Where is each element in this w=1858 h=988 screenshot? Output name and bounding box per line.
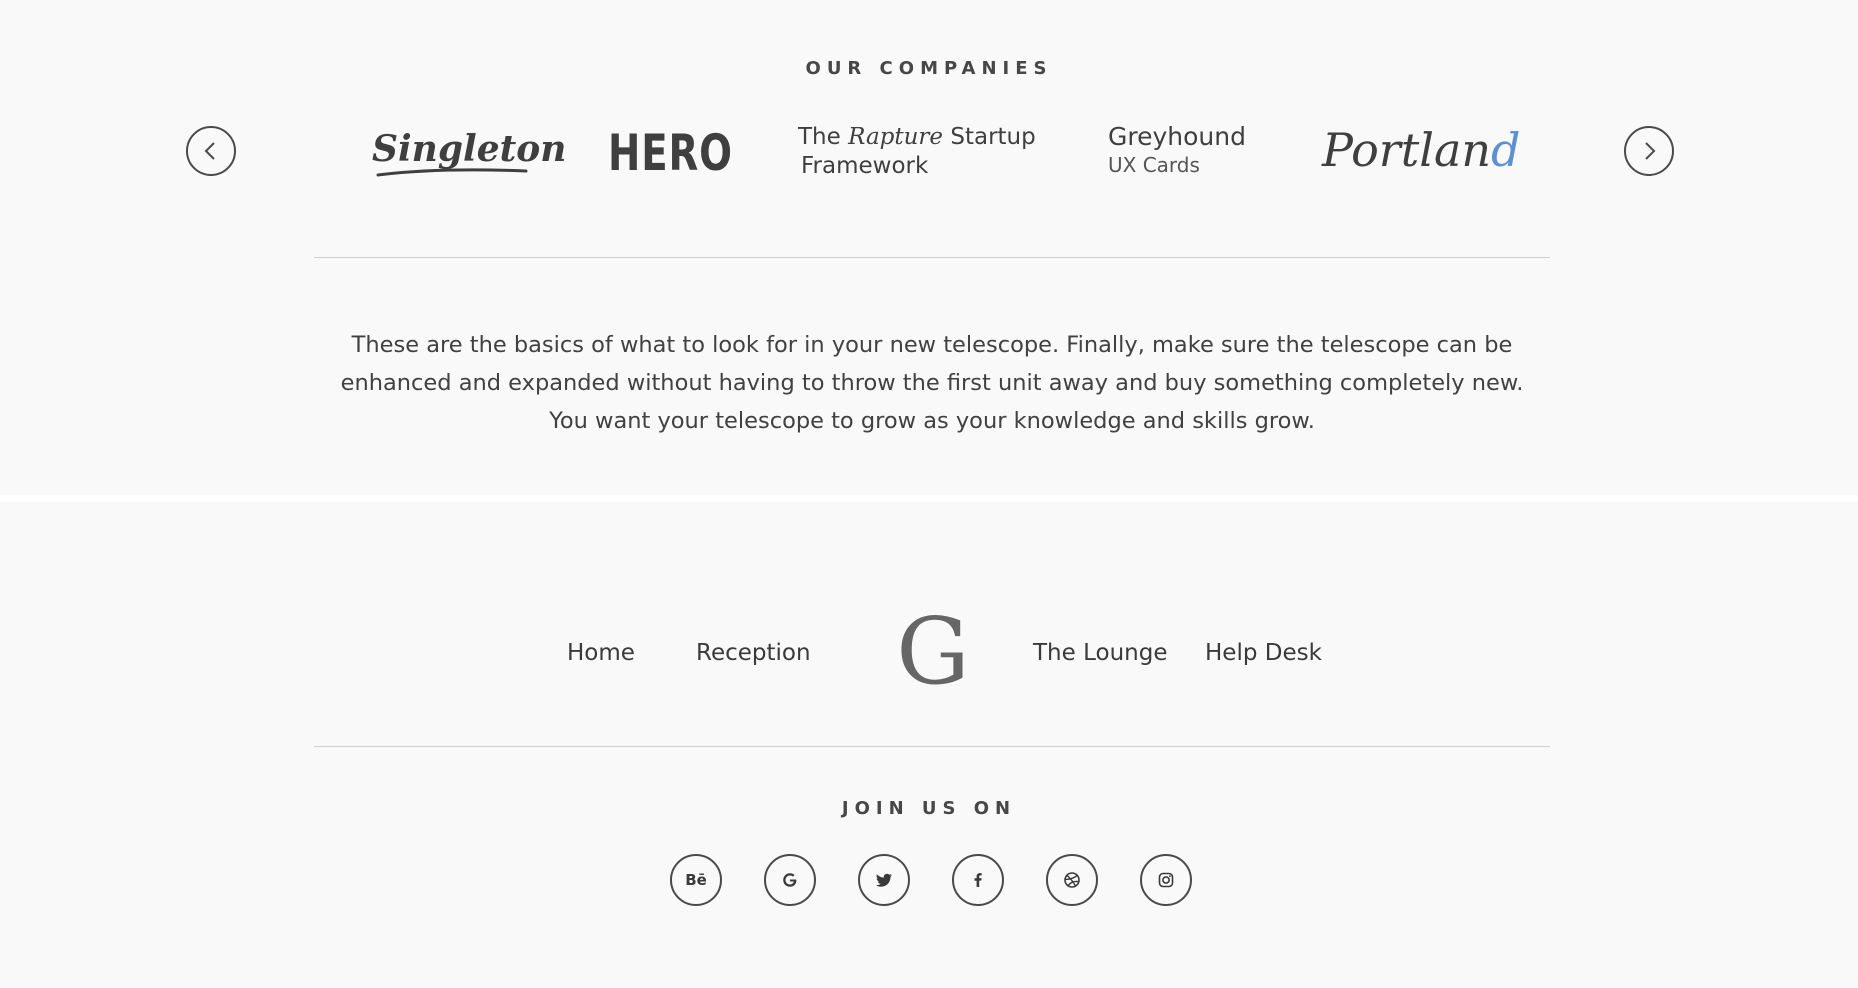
logo-singleton[interactable]: Singleton	[372, 122, 566, 182]
social-dribbble-button[interactable]	[1046, 854, 1098, 906]
nav-reception[interactable]: Reception	[696, 640, 811, 666]
logo-greyhound-title: Greyhound	[1108, 122, 1246, 151]
logo-rapture-text-3: Startup	[943, 124, 1036, 150]
nav-the-lounge[interactable]: The Lounge	[1033, 640, 1167, 666]
brand-logo-letter: G	[896, 598, 970, 705]
nav-help-desk[interactable]: Help Desk	[1205, 640, 1322, 666]
footer-divider	[314, 746, 1550, 747]
companies-heading: OUR COMPANIES	[805, 58, 1053, 79]
logo-rapture-text-2: Rapture	[848, 124, 944, 150]
logo-portland-accent: d	[1491, 123, 1521, 177]
footer	[0, 502, 1858, 988]
divider	[314, 257, 1550, 258]
chevron-right-icon	[1645, 142, 1656, 160]
section-separator	[0, 495, 1858, 502]
facebook-icon	[974, 873, 982, 887]
instagram-icon	[1158, 872, 1174, 888]
twitter-icon	[876, 873, 892, 887]
logo-rapture-text-4: Framework	[801, 153, 929, 179]
intro-paragraph: These are the basics of what to look for…	[340, 332, 1524, 434]
social-behance-button[interactable]: Bē	[670, 854, 722, 906]
dribbble-icon	[1064, 872, 1080, 888]
logo-hero-text: HERO	[608, 124, 733, 182]
logo-portland[interactable]: Portlan d	[1322, 118, 1520, 182]
social-twitter-button[interactable]	[858, 854, 910, 906]
carousel-next-button[interactable]	[1624, 126, 1674, 176]
logo-singleton-text: Singleton	[372, 128, 567, 170]
social-google-button[interactable]	[764, 854, 816, 906]
companies-section: OUR COMPANIES Singleton HERO The Rapture…	[0, 0, 1858, 495]
social-instagram-button[interactable]	[1140, 854, 1192, 906]
chevron-left-icon	[204, 142, 215, 160]
logo-portland-text: Portlan	[1322, 123, 1492, 177]
social-facebook-button[interactable]	[952, 854, 1004, 906]
logo-hero[interactable]: HERO	[608, 124, 753, 182]
logo-greyhound[interactable]: Greyhound UX Cards	[1108, 122, 1246, 178]
carousel-prev-button[interactable]	[186, 126, 236, 176]
logo-greyhound-subtitle: UX Cards	[1108, 153, 1200, 177]
google-icon	[783, 873, 797, 887]
join-us-heading: JOIN US ON	[841, 798, 1017, 819]
underline-swash-icon	[376, 168, 528, 177]
logo-rapture-startup-framework[interactable]: The Rapture Startup Framework	[798, 123, 1044, 181]
brand-logo[interactable]: G	[890, 604, 976, 700]
behance-icon: Bē	[685, 871, 707, 889]
logo-rapture-text-1: The	[798, 124, 849, 150]
nav-home[interactable]: Home	[567, 640, 635, 666]
